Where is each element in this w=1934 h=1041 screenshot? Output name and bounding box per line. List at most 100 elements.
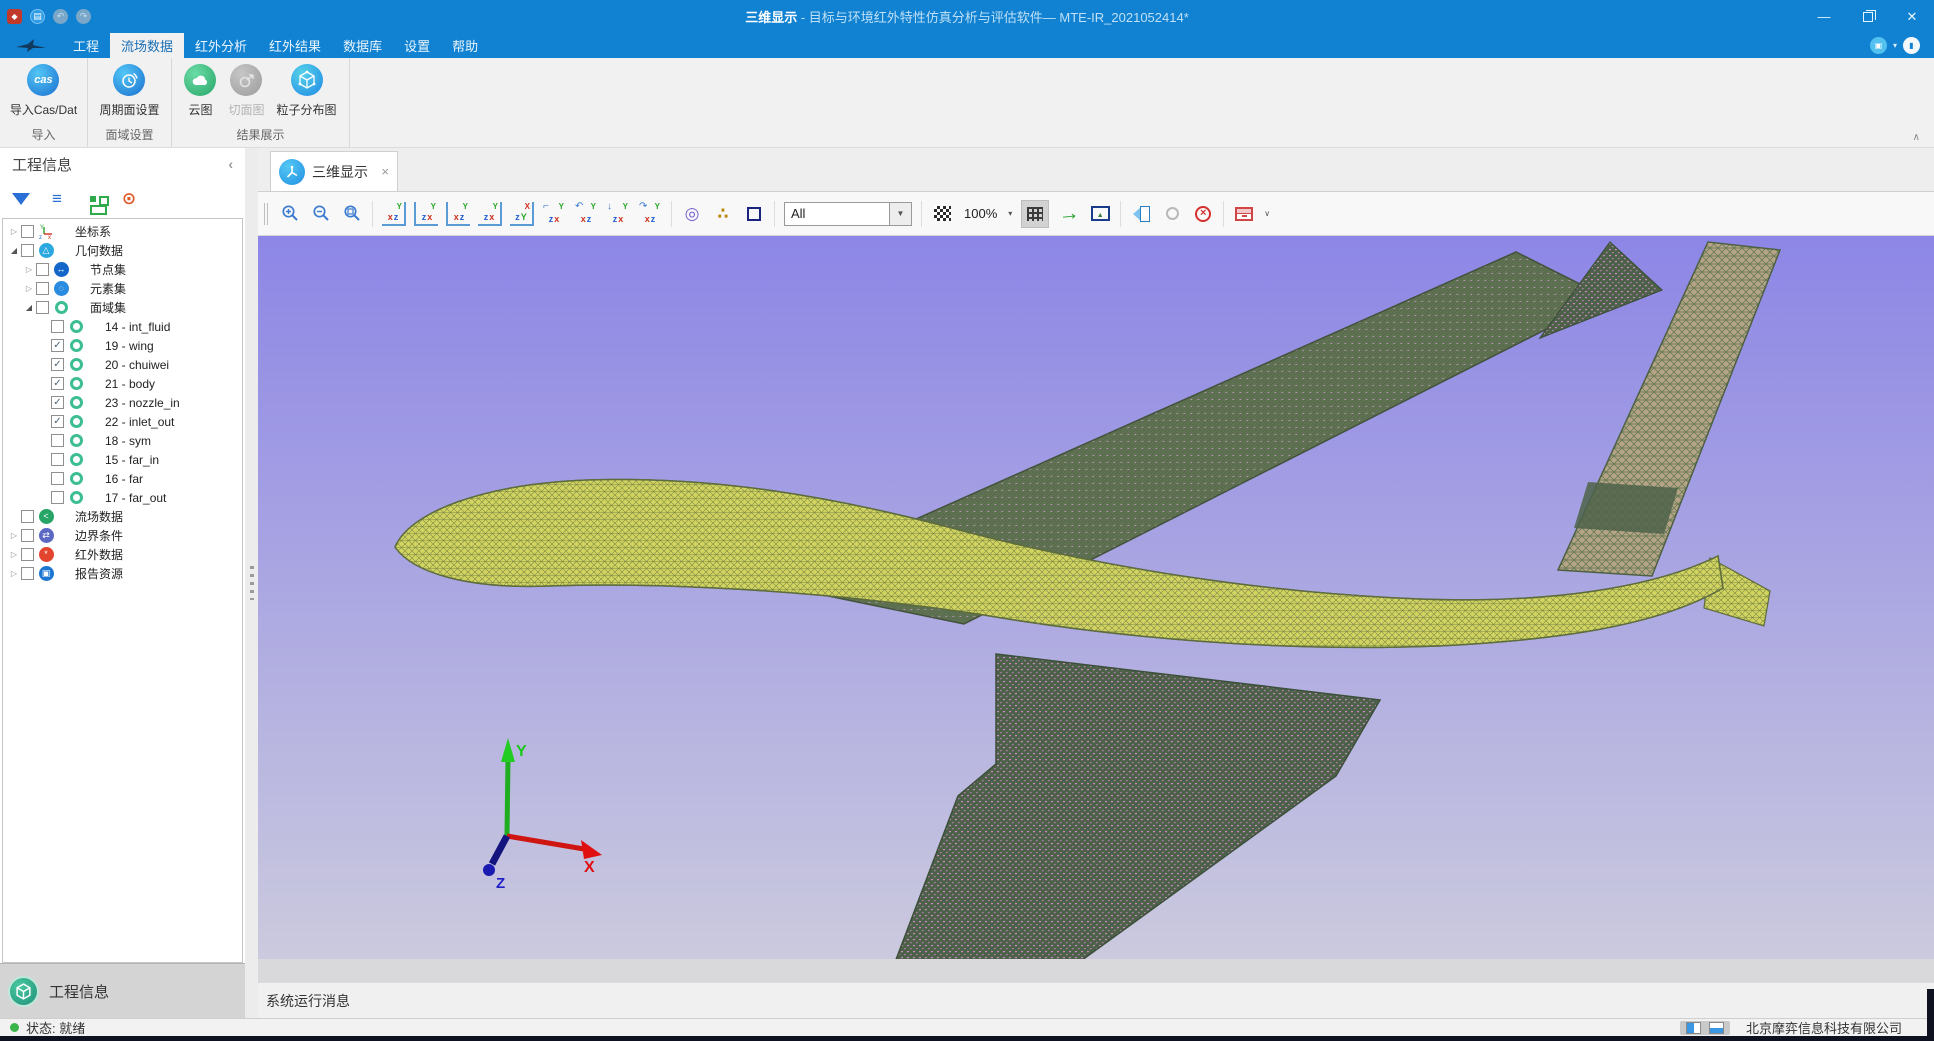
tree-checkbox[interactable] xyxy=(36,263,49,276)
tree-expand-closed-icon[interactable]: ▷ xyxy=(22,284,36,293)
tree-checkbox[interactable] xyxy=(21,225,34,238)
collapse-all-icon[interactable]: ≡ xyxy=(46,188,68,210)
tree-label[interactable]: 节点集 xyxy=(90,261,126,278)
zoom-out-icon[interactable] xyxy=(310,200,332,228)
locate-target-icon[interactable]: ⊙ xyxy=(118,188,140,210)
panel-collapse-icon[interactable]: ‹ xyxy=(228,156,233,172)
tree-label[interactable]: 几何数据 xyxy=(75,242,123,259)
tree-expand-open-icon[interactable]: ◢ xyxy=(22,303,36,312)
tree-expand-closed-icon[interactable]: ▷ xyxy=(7,531,21,540)
restore-button[interactable] xyxy=(1846,0,1890,33)
ribbon-collapse-icon[interactable]: ∧ xyxy=(1913,132,1920,143)
tree-row[interactable]: 17 - far_out xyxy=(3,488,242,507)
tree-checkbox[interactable] xyxy=(51,320,64,333)
tree-row[interactable]: 15 - far_in xyxy=(3,450,242,469)
mirror-icon[interactable] xyxy=(1130,200,1152,228)
contour-plot-button[interactable]: 云图 xyxy=(180,62,220,125)
axis-view-icon-4[interactable]: zxY xyxy=(478,202,502,226)
redo-icon[interactable]: ↷ xyxy=(76,9,91,24)
style-toggle-icon[interactable]: ▣ xyxy=(1870,37,1887,54)
tree-expand-closed-icon[interactable]: ▷ xyxy=(7,550,21,559)
menu-item-help[interactable]: 帮助 xyxy=(441,33,489,58)
tree-row[interactable]: 18 - sym xyxy=(3,431,242,450)
axis-view-icon-8[interactable]: zxY↓ xyxy=(606,202,630,226)
new-document-icon[interactable]: ▤ xyxy=(30,9,45,24)
tree-checkbox-checked[interactable]: ✓ xyxy=(51,358,64,371)
tree-row[interactable]: 16 - far xyxy=(3,469,242,488)
mesh-display-button-active[interactable] xyxy=(1021,200,1049,228)
archive-caret-icon[interactable]: ∨ xyxy=(1264,209,1270,218)
axis-view-icon-9[interactable]: xzY↷ xyxy=(638,202,662,226)
tree-label[interactable]: 报告资源 xyxy=(75,565,123,582)
tree-checkbox[interactable] xyxy=(21,548,34,561)
grid-view-icon[interactable] xyxy=(82,188,104,210)
axis-view-icon-1[interactable]: xzY xyxy=(382,202,406,226)
tree-row[interactable]: ▷↔节点集 xyxy=(3,260,242,279)
axis-view-icon-5[interactable]: zYX xyxy=(510,202,534,226)
panel-splitter[interactable] xyxy=(245,148,258,1018)
undo-icon[interactable]: ↶ xyxy=(53,9,68,24)
tree-row[interactable]: ✓ 23 - nozzle_in xyxy=(3,393,242,412)
tree-checkbox-checked[interactable]: ✓ xyxy=(51,377,64,390)
tree-label[interactable]: 23 - nozzle_in xyxy=(105,396,180,410)
tree-label[interactable]: 20 - chuiwei xyxy=(105,358,169,372)
toolbar-drag-handle[interactable] xyxy=(264,203,268,225)
tree-label[interactable]: 17 - far_out xyxy=(105,491,166,505)
zoom-in-icon[interactable] xyxy=(279,200,301,228)
tree-row[interactable]: ▷zxY坐标系 xyxy=(3,222,242,241)
axis-view-icon-7[interactable]: xzY↶ xyxy=(574,202,598,226)
tree-checkbox[interactable] xyxy=(36,282,49,295)
tree-row[interactable]: ▷*红外数据 xyxy=(3,545,242,564)
tree-expand-closed-icon[interactable]: ▷ xyxy=(7,227,21,236)
tree-label[interactable]: 元素集 xyxy=(90,280,126,297)
tree-label[interactable]: 19 - wing xyxy=(105,339,154,353)
message-panel-gutter[interactable] xyxy=(258,959,1934,982)
tree-expand-closed-icon[interactable]: ▷ xyxy=(7,569,21,578)
theme-icon[interactable]: ▮ xyxy=(1903,37,1920,54)
axis-view-icon-6[interactable]: zxY⌐ xyxy=(542,202,566,226)
tree-label[interactable]: 流场数据 xyxy=(75,508,123,525)
tree-row[interactable]: ✓ 22 - inlet_out xyxy=(3,412,242,431)
menu-item-ir-results[interactable]: 红外结果 xyxy=(258,33,332,58)
tree-row[interactable]: ▷◌元素集 xyxy=(3,279,242,298)
tree-row[interactable]: <流场数据 xyxy=(3,507,242,526)
tree-label[interactable]: 16 - far xyxy=(105,472,143,486)
tree-label[interactable]: 22 - inlet_out xyxy=(105,415,174,429)
tree-checkbox[interactable] xyxy=(21,244,34,257)
tab-3d-display[interactable]: 三维显示 × xyxy=(270,151,398,191)
tree-label[interactable]: 18 - sym xyxy=(105,434,151,448)
menu-item-settings[interactable]: 设置 xyxy=(393,33,441,58)
tree-checkbox-checked[interactable]: ✓ xyxy=(51,415,64,428)
clear-icon[interactable]: × xyxy=(1192,200,1214,228)
tree-label[interactable]: 14 - int_fluid xyxy=(105,320,170,334)
tab-close-icon[interactable]: × xyxy=(381,164,389,179)
particle-distribution-button[interactable]: 粒子分布图 xyxy=(273,62,341,125)
screenshot-icon[interactable]: ▲ xyxy=(1089,200,1111,228)
tree-checkbox[interactable] xyxy=(51,491,64,504)
style-dropdown-caret-icon[interactable]: ▾ xyxy=(1893,41,1897,50)
tree-label[interactable]: 21 - body xyxy=(105,377,155,391)
tree-label[interactable]: 15 - far_in xyxy=(105,453,159,467)
menu-item-database[interactable]: 数据库 xyxy=(332,33,393,58)
menu-item-flowfield-data[interactable]: 流场数据 xyxy=(110,33,184,58)
axis-view-icon-3[interactable]: xzY xyxy=(446,202,470,226)
tree-row[interactable]: ▷⇄边界条件 xyxy=(3,526,242,545)
tree-label[interactable]: 红外数据 xyxy=(75,546,123,563)
project-panel-bottom-tab[interactable]: 工程信息 xyxy=(0,963,245,1018)
layout-left-icon[interactable] xyxy=(1686,1022,1701,1034)
box-select-icon[interactable] xyxy=(743,200,765,228)
light-source-icon[interactable]: ◎ xyxy=(681,200,703,228)
tree-row[interactable]: ✓ 21 - body xyxy=(3,374,242,393)
tree-label[interactable]: 边界条件 xyxy=(75,527,123,544)
filter-icon[interactable] xyxy=(10,188,32,210)
tree-checkbox-checked[interactable]: ✓ xyxy=(51,396,64,409)
periodic-face-settings-button[interactable]: 周期面设置 xyxy=(95,62,163,125)
system-message-bar[interactable]: 系统运行消息 xyxy=(258,982,1934,1018)
tree-expand-open-icon[interactable]: ◢ xyxy=(7,246,21,255)
tree-row[interactable]: ✓ 19 - wing xyxy=(3,336,242,355)
tree-row[interactable]: ◢面域集 xyxy=(3,298,242,317)
tree-checkbox-checked[interactable]: ✓ xyxy=(51,339,64,352)
zoom-caret-icon[interactable]: ▾ xyxy=(1008,209,1012,218)
tree-row[interactable]: ◢△几何数据 xyxy=(3,241,242,260)
display-filter-dropdown[interactable]: All ▼ xyxy=(784,202,912,226)
